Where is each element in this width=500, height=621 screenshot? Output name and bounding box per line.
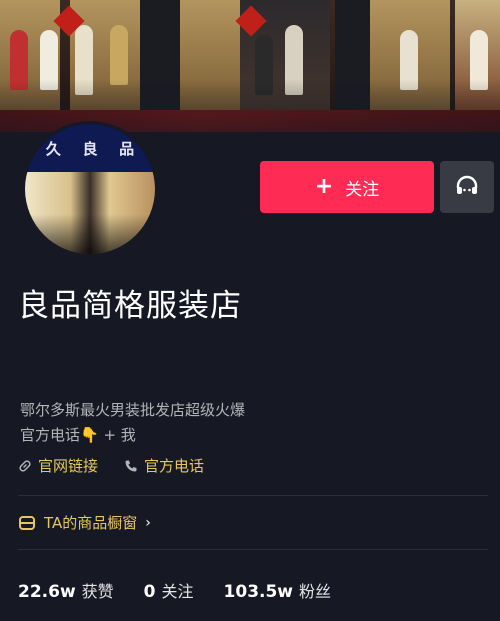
shop-window-icon [19,515,35,530]
divider [18,549,488,550]
link-icon [19,459,31,472]
avatar-store-sign: 久 良 品 [25,124,155,172]
profile-bio: 鄂尔多斯最火男装批发店超级火爆 官方电话👇 + 我 [20,398,245,448]
divider [18,495,488,496]
profile-links: 官网链接 官方电话 [18,455,204,476]
follow-button[interactable]: + 关注 [260,161,434,213]
bio-line: 鄂尔多斯最火男装批发店超级火爆 [20,401,246,419]
phone-link[interactable]: 官方电话 [124,455,204,476]
shop-window-link[interactable]: TA的商品橱窗 › [18,512,151,533]
stat-followers[interactable]: 103.5w 粉丝 [224,578,332,602]
customer-service-button[interactable] [440,161,494,213]
stat-following[interactable]: 0 关注 [144,578,194,602]
profile-name: 良品简格服装店 [18,288,242,324]
profile-banner [0,0,500,132]
phone-icon [125,460,137,471]
stat-likes[interactable]: 22.6w 获赞 [18,578,114,602]
headset-icon [456,175,478,194]
avatar[interactable]: 久 良 品 [22,121,158,257]
bio-line: 官方电话👇 + 我 [20,426,136,444]
website-link[interactable]: 官网链接 [18,455,98,476]
plus-icon: + [314,174,334,199]
chevron-right-icon: › [145,514,151,531]
profile-stats: 22.6w 获赞 0 关注 103.5w 粉丝 [18,578,331,602]
follow-button-label: 关注 [345,179,380,200]
